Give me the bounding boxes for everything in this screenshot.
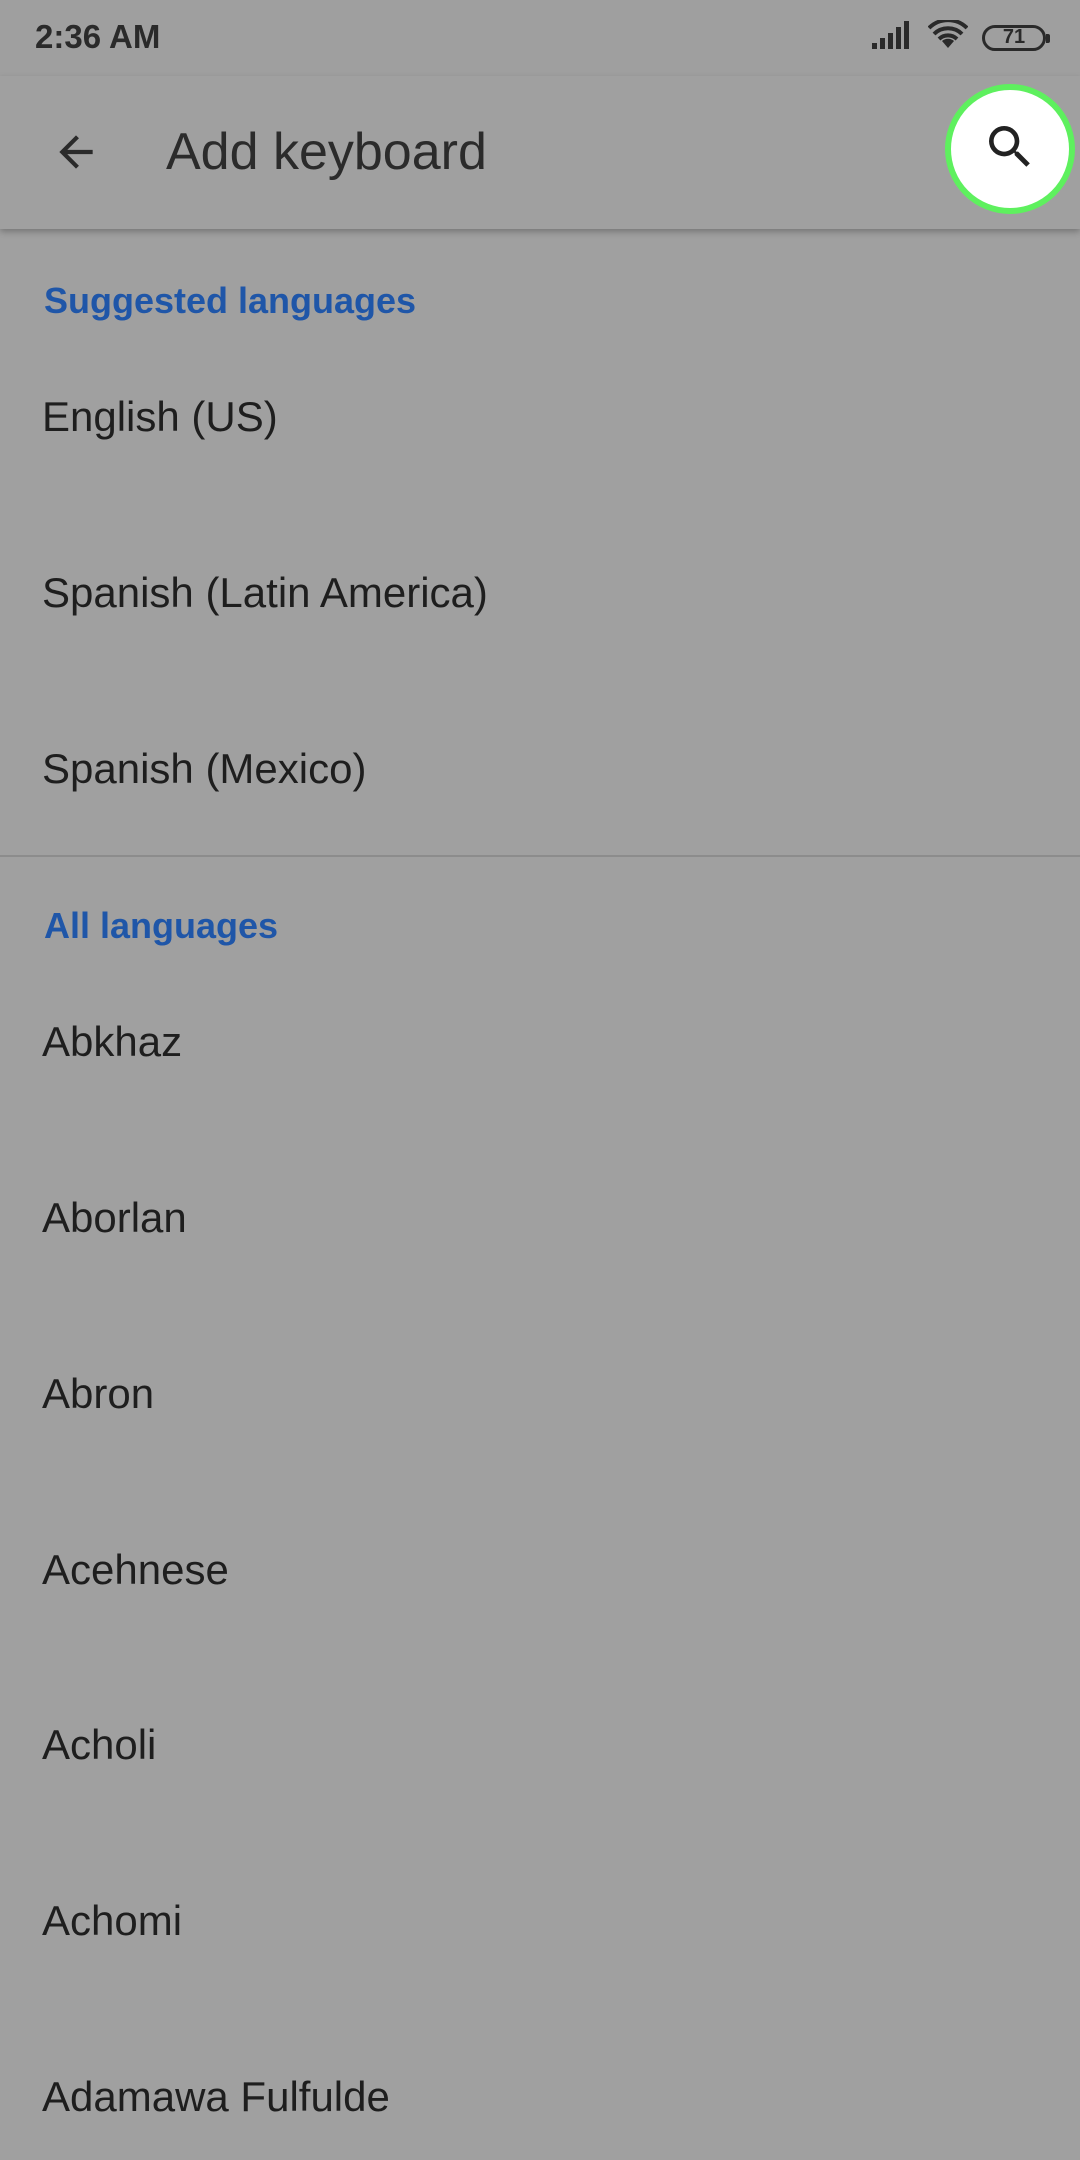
search-icon <box>982 119 1038 180</box>
battery-icon: 71 <box>982 24 1050 51</box>
list-item-label: Adamawa Fulfulde <box>42 2073 390 2120</box>
status-bar: 2:36 AM 71 <box>0 0 1080 76</box>
section-header-all: All languages <box>44 905 279 946</box>
list-item-spanish-mexico[interactable]: Spanish (Mexico) <box>0 748 1080 924</box>
list-item-spanish-latin-america[interactable]: Spanish (Latin America) <box>0 572 1080 748</box>
list-item-acehnese[interactable]: Acehnese <box>0 1549 1080 1725</box>
list-item-label: Abkhaz <box>42 1018 183 1065</box>
page-title: Add keyboard <box>166 123 487 181</box>
battery-level: 71 <box>1002 26 1026 48</box>
list-item-label: Abron <box>42 1370 155 1417</box>
back-button[interactable] <box>36 114 116 194</box>
list-item-label: Acholi <box>42 1721 157 1768</box>
list-item-label: Spanish (Mexico) <box>42 745 367 792</box>
list-item-aborlan[interactable]: Aborlan <box>0 1197 1080 1373</box>
signal-icon <box>872 21 914 54</box>
status-time: 2:36 AM <box>35 18 161 55</box>
wifi-icon <box>927 18 969 55</box>
list-item-abkhaz[interactable]: Abkhaz <box>0 1021 1080 1197</box>
list-item-label: Acehnese <box>42 1546 229 1593</box>
list-item-acholi[interactable]: Acholi <box>0 1724 1080 1900</box>
list-item-label: English (US) <box>42 393 278 440</box>
arrow-left-icon <box>51 127 101 182</box>
list-item-label: Achomi <box>42 1897 183 1944</box>
app-bar: Add keyboard <box>0 76 1080 229</box>
list-item-abron[interactable]: Abron <box>0 1373 1080 1549</box>
status-icons: 71 <box>872 18 1050 55</box>
list-item-label: Spanish (Latin America) <box>42 569 488 616</box>
section-header-suggested: Suggested languages <box>44 280 417 321</box>
section-divider <box>0 855 1080 857</box>
list-item-label: Aborlan <box>42 1194 187 1241</box>
list-item-adamawa-fulfulde[interactable]: Adamawa Fulfulde <box>0 1976 1080 2152</box>
list-item-english-us[interactable]: English (US) <box>0 396 1080 572</box>
search-button[interactable] <box>945 84 1075 214</box>
screen: 2:36 AM 71 Add keyboard Suggested langua… <box>0 0 1080 2160</box>
